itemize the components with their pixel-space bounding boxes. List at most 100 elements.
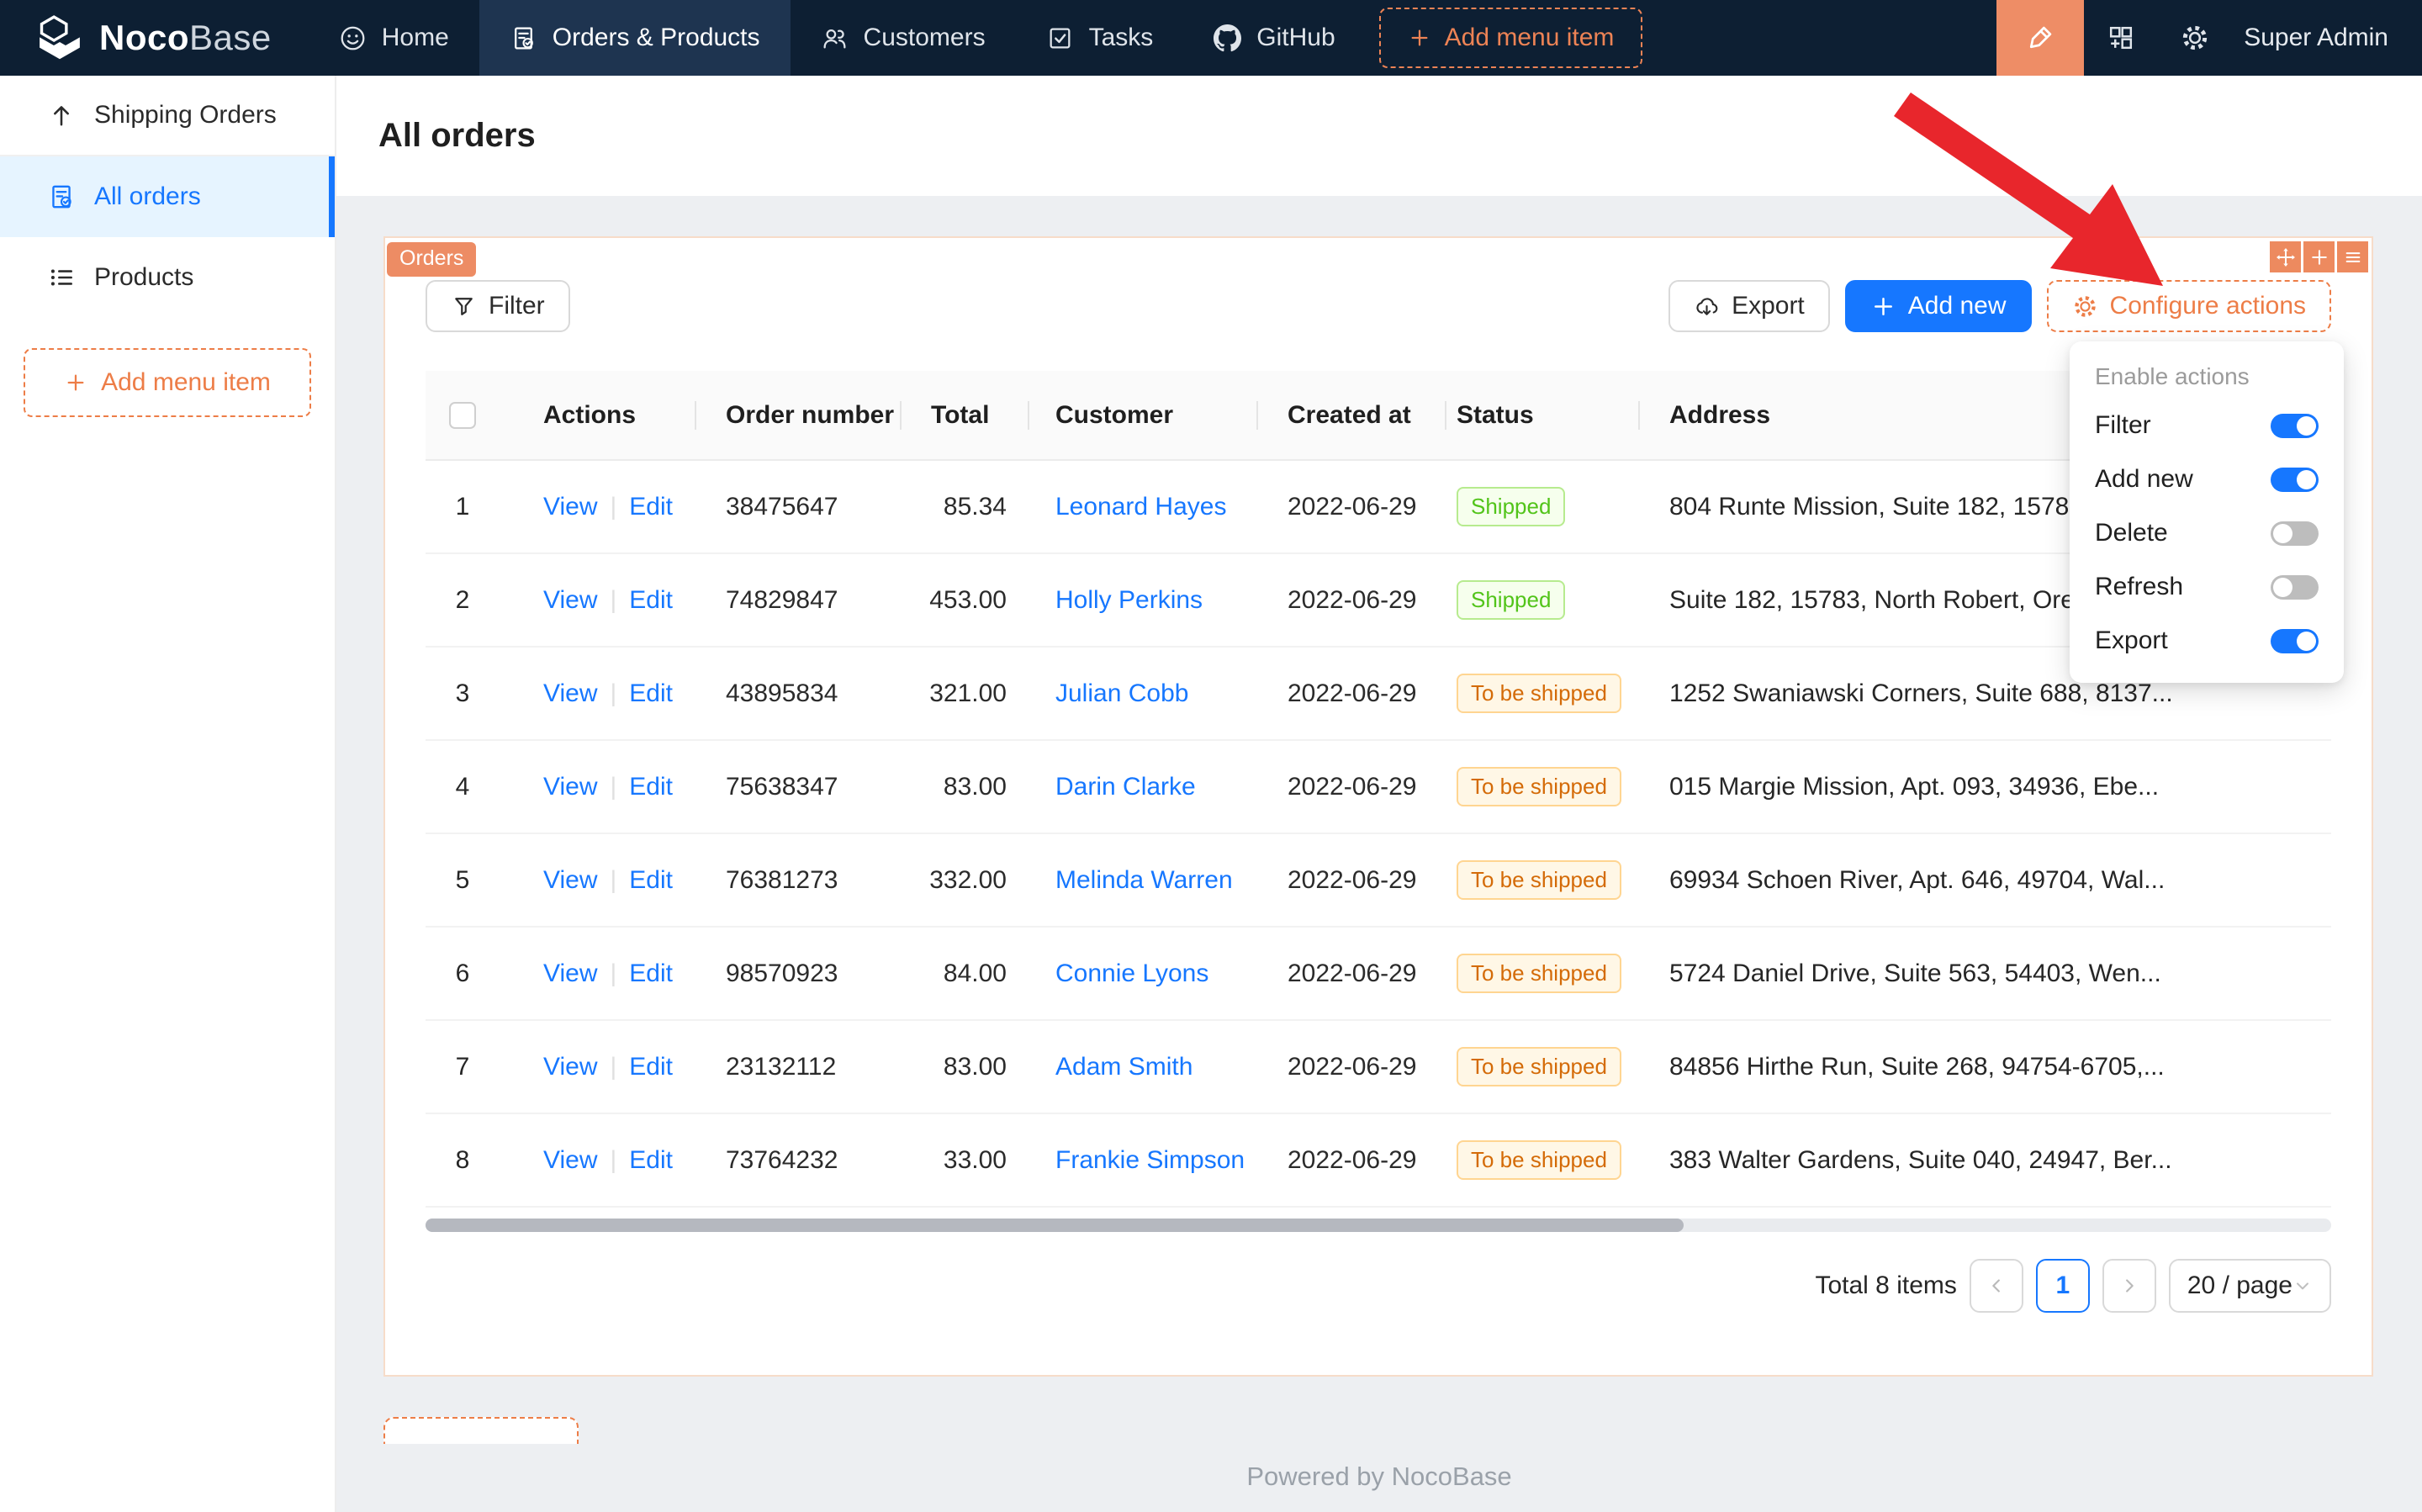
select-all-checkbox[interactable] — [449, 402, 476, 429]
edit-link[interactable]: Edit — [629, 866, 673, 895]
status-cell: To be shipped — [1446, 954, 1640, 993]
edit-link[interactable]: Edit — [629, 586, 673, 615]
ui-editor-button[interactable] — [1996, 0, 2084, 76]
enable-action-label: Delete — [2095, 519, 2168, 547]
navbar-add-menu-item-button[interactable]: Add menu item — [1379, 8, 1643, 68]
action-divider: | — [610, 679, 616, 708]
filter-button-label: Filter — [489, 292, 545, 320]
column-header-label: Customer — [1055, 401, 1173, 430]
add-new-button[interactable]: Add new — [1845, 280, 2032, 332]
nav-item-github[interactable]: GitHub — [1183, 0, 1365, 76]
sidebar-item-all-orders[interactable]: All orders — [0, 156, 335, 237]
edit-link[interactable]: Edit — [629, 679, 673, 708]
table-row: 3View|Edit43895834321.00Julian Cobb2022-… — [426, 648, 2331, 741]
customer-link[interactable]: Melinda Warren — [1055, 866, 1233, 894]
toggle-refresh[interactable] — [2271, 575, 2319, 600]
customer-cell: Holly Perkins — [1029, 586, 1258, 615]
column-header-label: Created at — [1288, 401, 1411, 430]
view-link[interactable]: View — [543, 679, 597, 708]
chevron-right-icon — [2118, 1275, 2140, 1297]
view-link[interactable]: View — [543, 1053, 597, 1081]
edit-link[interactable]: Edit — [629, 493, 673, 521]
status-badge: Shipped — [1457, 487, 1565, 526]
nav-item-orders-products[interactable]: Orders & Products — [479, 0, 791, 76]
status-badge: To be shipped — [1457, 954, 1621, 993]
row-actions: View|Edit — [500, 773, 696, 801]
sidebar-item-products[interactable]: Products — [0, 237, 335, 318]
list-icon — [47, 263, 76, 292]
customer-cell: Julian Cobb — [1029, 679, 1258, 708]
edit-link[interactable]: Edit — [629, 773, 673, 801]
pagination: Total 8 items 1 20 / page — [426, 1259, 2331, 1313]
status-cell: To be shipped — [1446, 767, 1640, 806]
enable-action-item-delete[interactable]: Delete — [2070, 506, 2344, 560]
customer-link[interactable]: Adam Smith — [1055, 1053, 1192, 1081]
view-link[interactable]: View — [543, 866, 597, 895]
block-menu-lines-button[interactable] — [2337, 241, 2368, 272]
customer-cell: Leonard Hayes — [1029, 493, 1258, 521]
orders-table: ActionsOrder numberTotalCustomerCreated … — [426, 371, 2331, 1208]
status-cell: To be shipped — [1446, 1140, 1640, 1180]
toggle-export[interactable] — [2271, 629, 2319, 653]
plugins-button[interactable] — [2084, 0, 2158, 76]
edit-link[interactable]: Edit — [629, 960, 673, 988]
pagination-prev-button[interactable] — [1970, 1259, 2023, 1313]
enable-action-item-refresh[interactable]: Refresh — [2070, 560, 2344, 614]
nav-item-customers[interactable]: Customers — [791, 0, 1016, 76]
block-plus-button[interactable] — [2303, 241, 2335, 272]
action-divider: | — [610, 866, 616, 895]
toggle-filter[interactable] — [2271, 414, 2319, 438]
gear-icon — [2072, 293, 2098, 320]
settings-button[interactable] — [2158, 0, 2232, 76]
nav-item-tasks[interactable]: Tasks — [1016, 0, 1184, 76]
enable-action-item-add-new[interactable]: Add new — [2070, 452, 2344, 506]
horizontal-scrollbar-thumb[interactable] — [426, 1219, 1684, 1232]
view-link[interactable]: View — [543, 586, 597, 615]
status-badge: To be shipped — [1457, 1047, 1621, 1086]
pagination-next-button[interactable] — [2102, 1259, 2156, 1313]
pagination-page-1[interactable]: 1 — [2036, 1259, 2090, 1313]
add-block-button[interactable]: Add block — [383, 1417, 579, 1444]
row-index: 7 — [426, 1053, 500, 1081]
add-block-label: Add block — [442, 1441, 553, 1444]
view-link[interactable]: View — [543, 1146, 597, 1175]
column-header-label: Actions — [543, 401, 636, 430]
enable-action-item-filter[interactable]: Filter — [2070, 399, 2344, 452]
view-link[interactable]: View — [543, 960, 597, 988]
toggle-knob — [2273, 578, 2292, 597]
toggle-delete[interactable] — [2271, 521, 2319, 546]
view-link[interactable]: View — [543, 493, 597, 521]
filter-button[interactable]: Filter — [426, 280, 570, 332]
customer-link[interactable]: Darin Clarke — [1055, 773, 1196, 801]
customer-link[interactable]: Connie Lyons — [1055, 960, 1208, 987]
sidebar-item-shipping-orders[interactable]: Shipping Orders — [0, 76, 335, 156]
customer-cell: Adam Smith — [1029, 1053, 1258, 1081]
highlighter-pen-icon — [2023, 21, 2057, 55]
configure-actions-button[interactable]: Configure actions — [2047, 280, 2331, 332]
page-title: All orders — [378, 117, 536, 155]
customer-link[interactable]: Holly Perkins — [1055, 586, 1203, 614]
nav-item-label: GitHub — [1256, 24, 1335, 52]
edit-link[interactable]: Edit — [629, 1053, 673, 1081]
sidebar-add-menu-item-button[interactable]: Add menu item — [24, 348, 311, 417]
nav-item-home[interactable]: Home — [309, 0, 479, 76]
order-number-cell: 76381273 — [696, 866, 902, 895]
status-cell: To be shipped — [1446, 860, 1640, 900]
view-link[interactable]: View — [543, 773, 597, 801]
customer-link[interactable]: Leonard Hayes — [1055, 493, 1226, 521]
order-number-cell: 98570923 — [696, 960, 902, 988]
action-divider: | — [610, 960, 616, 988]
enable-action-item-export[interactable]: Export — [2070, 614, 2344, 668]
customer-link[interactable]: Frankie Simpson — [1055, 1146, 1245, 1174]
edit-link[interactable]: Edit — [629, 1146, 673, 1175]
created-at-cell: 2022-06-29 — [1258, 866, 1446, 895]
row-actions: View|Edit — [500, 586, 696, 615]
user-menu[interactable]: Super Admin — [2232, 0, 2422, 76]
status-badge: To be shipped — [1457, 1140, 1621, 1180]
block-move-button[interactable] — [2270, 241, 2301, 272]
page-size-select[interactable]: 20 / page — [2169, 1259, 2331, 1313]
user-name: Super Admin — [2244, 24, 2388, 52]
customer-link[interactable]: Julian Cobb — [1055, 679, 1188, 707]
export-button[interactable]: Export — [1668, 280, 1830, 332]
toggle-add-new[interactable] — [2271, 468, 2319, 492]
